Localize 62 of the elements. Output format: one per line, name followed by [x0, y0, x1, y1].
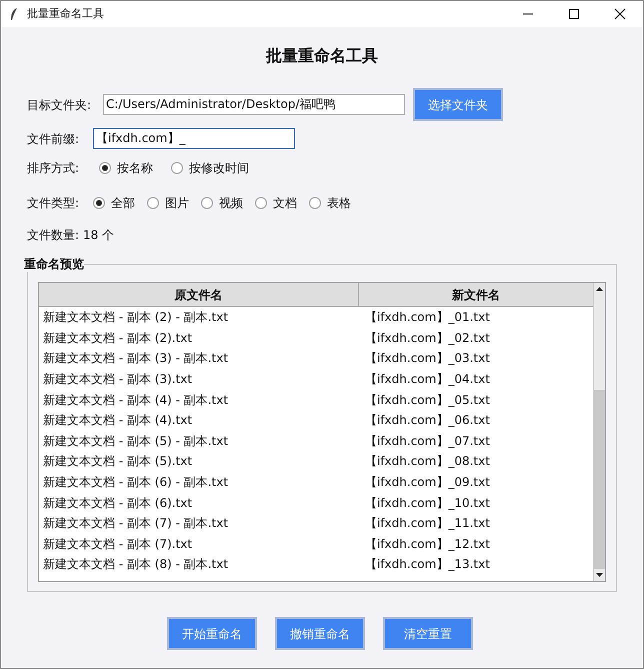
scrollbar[interactable] — [593, 283, 605, 581]
radio-label: 文档 — [273, 195, 297, 212]
table-cell-text: 【ifxdh.com】_08.txt — [364, 453, 491, 470]
action-button[interactable]: 清空重置 — [383, 617, 473, 650]
feather-icon — [9, 7, 19, 21]
choose-folder-button[interactable]: 选择文件夹 — [413, 88, 503, 121]
folder-field[interactable]: C:/Users/Administrator/Desktop/福吧鸭 — [103, 94, 405, 115]
radio-button[interactable] — [99, 162, 111, 174]
table-cell-text: 【ifxdh.com】_11.txt — [364, 515, 491, 532]
table-cell-text: 新建文本文档 - 副本 (2) - 副本.txt — [42, 309, 230, 326]
column-header[interactable]: 原文件名 — [39, 283, 359, 306]
radio-button[interactable] — [93, 197, 105, 209]
table-cell-text: 【ifxdh.com】_10.txt — [364, 494, 491, 512]
scroll-up-icon[interactable] — [596, 287, 603, 291]
table-cell-text: 新建文本文档 - 副本 (5).txt — [42, 453, 194, 470]
radio-label: 按名称 — [117, 160, 153, 177]
radio-button[interactable] — [309, 197, 321, 209]
table-cell-text: 【ifxdh.com】_13.txt — [364, 556, 491, 574]
radio-label: 全部 — [111, 195, 135, 212]
table-cell-text: 【ifxdh.com】_12.txt — [364, 536, 491, 553]
app-heading: 批量重命名工具 — [266, 45, 378, 67]
radio-button[interactable] — [255, 197, 267, 209]
table-cell-text: 新建文本文档 - 副本 (3) - 副本.txt — [42, 350, 230, 368]
action-button[interactable]: 撤销重命名 — [275, 617, 365, 650]
table-cell-text: 新建文本文档 - 副本 (6) - 副本.txt — [42, 474, 230, 492]
column-header[interactable]: 新文件名 — [359, 283, 593, 306]
table-cell-text: 新建文本文档 - 副本 (4).txt — [42, 412, 194, 430]
field-label: 文件数量: — [27, 227, 80, 244]
prefix-field[interactable]: 【ifxdh.com】_ — [93, 128, 295, 149]
table-cell-text: 【ifxdh.com】_05.txt — [364, 392, 491, 409]
table-cell-text: 【ifxdh.com】_03.txt — [364, 350, 491, 368]
radio-label: 表格 — [327, 195, 351, 212]
window-title: 批量重命名工具 — [27, 6, 104, 22]
table-cell-text: 新建文本文档 - 副本 (7).txt — [42, 536, 194, 553]
action-button[interactable]: 开始重命名 — [167, 617, 257, 650]
table-cell-text: 【ifxdh.com】_01.txt — [364, 309, 491, 326]
table-cell-text: 【ifxdh.com】_07.txt — [364, 432, 491, 450]
field-label: 排序方式: — [27, 160, 80, 177]
field-label: 文件前缀: — [27, 130, 80, 148]
table-cell-text: 【ifxdh.com】_04.txt — [364, 371, 491, 388]
table-cell-text: 新建文本文档 - 副本 (4) - 副本.txt — [42, 392, 230, 409]
radio-label: 图片 — [165, 195, 189, 212]
file-count: 18 个 — [83, 227, 114, 244]
radio-label: 视频 — [219, 195, 243, 212]
table-cell-text: 新建文本文档 - 副本 (5) - 副本.txt — [42, 432, 230, 450]
radio-button[interactable] — [171, 162, 183, 174]
field-label: 目标文件夹: — [27, 96, 92, 114]
scroll-thumb[interactable] — [594, 390, 605, 569]
table-cell-text: 新建文本文档 - 副本 (2).txt — [42, 330, 194, 347]
field-label: 文件类型: — [27, 195, 80, 212]
group-title: 重命名预览 — [24, 256, 84, 272]
table-cell-text: 新建文本文档 - 副本 (3).txt — [42, 371, 194, 388]
radio-label: 按修改时间 — [189, 160, 249, 177]
table-cell-text: 新建文本文档 - 副本 (8) - 副本.txt — [42, 556, 230, 574]
table-cell-text: 【ifxdh.com】_02.txt — [364, 330, 491, 347]
table-cell-text: 新建文本文档 - 副本 (6).txt — [42, 494, 194, 512]
radio-button[interactable] — [201, 197, 213, 209]
table-cell-text: 【ifxdh.com】_09.txt — [364, 474, 491, 492]
table-cell-text: 【ifxdh.com】_06.txt — [364, 412, 491, 430]
scroll-down-icon[interactable] — [596, 573, 603, 577]
table-cell-text: 新建文本文档 - 副本 (7) - 副本.txt — [42, 515, 230, 532]
radio-button[interactable] — [147, 197, 159, 209]
